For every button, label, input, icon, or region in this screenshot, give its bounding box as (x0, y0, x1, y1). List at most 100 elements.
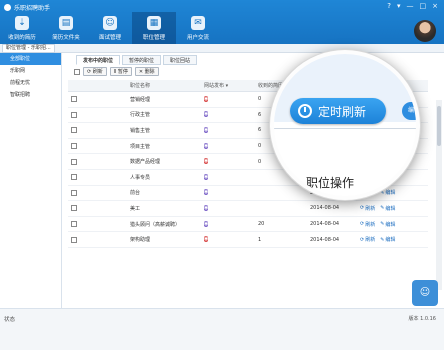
resume-inbox-icon: ⇣ (15, 16, 29, 30)
resume-count: 1 (258, 236, 262, 243)
row-checkbox-cell (68, 236, 80, 243)
maximize-icon[interactable]: □ (420, 2, 427, 10)
job-name[interactable]: 行政主管 (130, 111, 204, 118)
row-checkbox[interactable] (71, 174, 77, 181)
job-operations-label: 职位操作 (306, 176, 355, 190)
sidebar-item-lezhi[interactable]: 乐职网 (0, 65, 61, 77)
row-refresh-label: 刷新 (365, 205, 376, 212)
sidebar-item-51job[interactable]: 前程无忧 (0, 77, 61, 89)
breadcrumb-tab[interactable]: 职位管理 - 乐职招... (2, 44, 55, 53)
tab-paused[interactable]: 暂停的职位 (122, 55, 162, 65)
publish-date: 2014-08-04 (310, 205, 340, 212)
row-refresh-link[interactable]: ⟳刷新 (360, 205, 375, 212)
job-name[interactable]: 架构助理 (130, 236, 204, 243)
tab-published[interactable]: 发布中的职位 (76, 55, 121, 65)
scheduled-refresh-button[interactable]: 定时刷新 (290, 98, 386, 124)
edit-icon: ✎ (380, 205, 385, 212)
sidebar-item-all[interactable]: 全部职位 (0, 53, 61, 65)
source-cell: ◉ (204, 235, 258, 244)
refresh-button[interactable]: ⟳ 刷新 (83, 67, 107, 76)
menu-icon[interactable]: ▾ (397, 2, 401, 10)
nav-item-label: 面试管理 (98, 35, 121, 41)
row-checkbox[interactable] (71, 236, 77, 243)
job-name[interactable]: 销售主管 (130, 127, 204, 134)
row-checkbox-cell (68, 189, 80, 196)
sidebar-item-zhaopin[interactable]: 智联招聘 (0, 89, 61, 101)
tab-recycle[interactable]: 职位回站 (163, 55, 198, 65)
row-checkbox[interactable] (71, 158, 77, 165)
magnified-edit-button[interactable]: 编辑 (402, 102, 416, 120)
header-checkbox-col (68, 80, 80, 91)
table-row[interactable]: 美工 ◉ 2014-08-04 ⟳ 刷新 ✎ 编辑 (68, 201, 428, 217)
row-edit-link[interactable]: ✎编辑 (380, 221, 395, 228)
row-checkbox-cell (68, 174, 80, 181)
subtabs: 发布中的职位 暂停的职位 职位回站 (76, 55, 198, 65)
app-logo-icon (4, 4, 11, 11)
nav-item-1[interactable]: ▤ 简历文件夹 (44, 12, 88, 44)
select-all-checkbox[interactable] (74, 68, 80, 75)
job-name[interactable]: 人事专员 (130, 174, 204, 181)
job-name[interactable]: 猎头顾问（高薪诚聘） (130, 221, 204, 228)
row-edit-link[interactable]: ✎编辑 (380, 205, 395, 212)
delete-button[interactable]: ✕ 删除 (134, 67, 159, 76)
nav-item-0[interactable]: ⇣ 收到的简历 (0, 12, 44, 44)
job-icon: ▦ (147, 16, 161, 30)
row-checkbox[interactable] (71, 205, 77, 212)
version-text: 版本 1.0.16 (408, 316, 437, 322)
header-source[interactable]: 网站发布 ▾ (204, 80, 258, 91)
table-row[interactable]: 猎头顾问（高薪诚聘） ◉ 20 2014-08-04 ⟳ 刷新 ✎ 编辑 (68, 217, 428, 233)
row-checkbox[interactable] (71, 189, 77, 196)
avatar[interactable] (414, 20, 436, 42)
publish-date: 2014-08-04 (310, 221, 340, 228)
nav-item-3[interactable]: ▦ 职位管理 (132, 12, 176, 44)
scrollbar[interactable] (436, 100, 442, 290)
alarm-clock-icon (298, 104, 312, 118)
row-checkbox-cell (68, 127, 80, 134)
row-edit-link[interactable]: ✎编辑 (380, 189, 395, 197)
row-edit-label: 编辑 (385, 221, 396, 228)
job-name[interactable]: 项目主管 (130, 143, 204, 150)
row-checkbox[interactable] (71, 143, 77, 150)
main-nav: ⇣ 收到的简历 ▤ 简历文件夹 ☺ 面试管理 ▦ 职位管理 ✉ 用户交流 (0, 12, 220, 44)
row-edit-link[interactable]: ✎编辑 (380, 236, 395, 244)
close-icon[interactable]: × (432, 2, 438, 10)
row-checkbox[interactable] (71, 111, 77, 118)
nav-item-2[interactable]: ☺ 面试管理 (88, 12, 132, 44)
magnifier-callout: 定时刷新 编辑 职位操作 (270, 50, 420, 200)
site-badge-icon: ◉ (204, 158, 209, 165)
chat-icon: ✉ (191, 16, 205, 30)
pause-button[interactable]: Ⅱ 暂停 (109, 67, 132, 76)
source-cell: ◉ (204, 220, 258, 229)
sidebar: 全部职位 乐职网 前程无忧 智联招聘 (0, 53, 62, 308)
job-name[interactable]: 营销经理 (130, 96, 204, 103)
scrollbar-thumb[interactable] (437, 106, 441, 146)
status-bar: 状态 版本 1.0.16 (0, 308, 444, 350)
nav-item-label: 简历文件夹 (52, 35, 80, 41)
job-name[interactable]: 数据产品经理 (130, 158, 204, 165)
window-controls: ? ▾ — □ × (387, 2, 438, 10)
minimize-icon[interactable]: — (407, 2, 414, 10)
job-name[interactable]: 前台 (130, 189, 204, 196)
refresh-icon: ⟳ (360, 205, 365, 212)
row-checkbox[interactable] (71, 96, 77, 103)
nav-item-label: 职位管理 (142, 35, 165, 41)
row-checkbox[interactable] (71, 221, 77, 228)
breadcrumb: 职位管理 - 乐职招... (0, 44, 444, 53)
app-title: 乐职招聘助手 (4, 3, 50, 12)
row-refresh-link[interactable]: ⟳刷新 (360, 221, 375, 228)
row-actions: ⟳刷新 ✎编辑 (360, 236, 420, 244)
table-row[interactable]: 架构助理 ◉ 1 2014-08-04 ⟳ 刷新 ✎ 编辑 (68, 232, 428, 248)
job-name[interactable]: 美工 (130, 205, 204, 212)
source-cell: ◉ (204, 204, 258, 213)
help-icon[interactable]: ? (387, 2, 391, 10)
row-checkbox[interactable] (71, 127, 77, 134)
header-job-name[interactable]: 职位名称 (130, 80, 204, 91)
row-refresh-label: 刷新 (365, 237, 376, 244)
nav-item-4[interactable]: ✉ 用户交流 (176, 12, 220, 44)
folder-icon: ▤ (59, 16, 73, 30)
assistant-widget-icon[interactable]: ☺ (412, 280, 438, 306)
row-refresh-link[interactable]: ⟳刷新 (360, 236, 376, 244)
edit-icon: ✎ (380, 221, 385, 228)
row-checkbox-cell (68, 221, 80, 228)
row-checkbox-cell (68, 158, 80, 165)
